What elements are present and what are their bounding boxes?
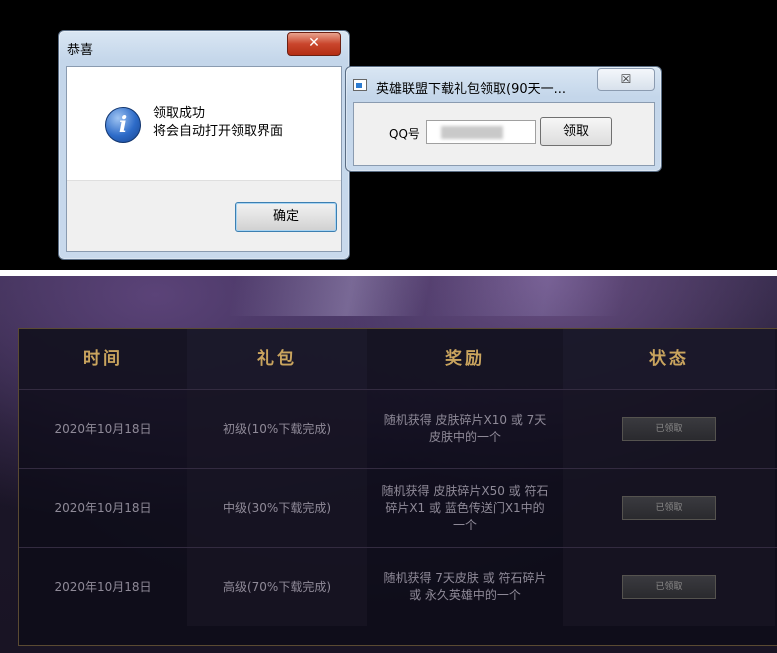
message-line: 领取成功 [153, 106, 206, 121]
cell-pack: 初级(10%下载完成) [187, 390, 367, 468]
cell-status: 已领取 [563, 390, 775, 468]
table-header: 时间 礼包 奖励 状态 [19, 329, 777, 389]
congrats-dialog: 恭喜 ✕ i 领取成功 将会自动打开领取界面 确定 [58, 30, 350, 260]
app-icon [353, 79, 367, 91]
header-status: 状态 [563, 329, 775, 389]
table-row: 2020年10月18日 初级(10%下载完成) 随机获得 皮肤碎片X10 或 7… [19, 389, 777, 468]
close-button[interactable]: ✕ [287, 32, 341, 56]
claimed-button[interactable]: 已领取 [622, 575, 716, 599]
dialog-message: 领取成功 将会自动打开领取界面 [153, 105, 283, 141]
cell-status: 已领取 [563, 548, 775, 626]
cell-reward: 随机获得 7天皮肤 或 符石碎片 或 永久英雄中的一个 [383, 571, 547, 602]
message-line: 将会自动打开领取界面 [153, 124, 284, 139]
cell-time: 2020年10月18日 [54, 500, 152, 515]
cell-time: 2020年10月18日 [54, 579, 152, 594]
cell-reward: 随机获得 皮肤碎片X50 或 符石碎片X1 或 蓝色传送门X1中的一个 [381, 483, 549, 532]
qq-gift-window: 英雄联盟下载礼包领取(90天一... ☒ QQ号 领取 [345, 66, 662, 172]
dialog-title: 恭喜 [67, 43, 94, 58]
qq-label: QQ号 [389, 127, 420, 141]
desktop-screenshot: 恭喜 ✕ i 领取成功 将会自动打开领取界面 确定 英雄联盟下载礼包领取(90天… [0, 0, 777, 270]
reward-table: 时间 礼包 奖励 状态 2020年10月18日 初级(10%下载完成) 随机获得… [18, 328, 777, 646]
window-body: QQ号 领取 [353, 102, 655, 166]
blurred-qq-number [441, 126, 503, 139]
header-time: 时间 [83, 349, 123, 369]
reward-page: 时间 礼包 奖励 状态 2020年10月18日 初级(10%下载完成) 随机获得… [0, 276, 777, 653]
window-title: 英雄联盟下载礼包领取(90天一... [376, 82, 567, 97]
close-button[interactable]: ☒ [597, 68, 655, 91]
dialog-body: i 领取成功 将会自动打开领取界面 确定 [66, 66, 342, 252]
cell-status: 已领取 [563, 469, 775, 547]
header-pack: 礼包 [187, 329, 367, 389]
cell-pack: 高级(70%下载完成) [187, 548, 367, 626]
claimed-button[interactable]: 已领取 [622, 417, 716, 441]
cell-reward: 随机获得 皮肤碎片X10 或 7天皮肤中的一个 [383, 413, 547, 444]
ok-button[interactable]: 确定 [235, 202, 337, 232]
info-icon: i [105, 107, 141, 143]
qq-number-input[interactable] [426, 120, 536, 144]
cell-pack: 中级(30%下载完成) [187, 469, 367, 547]
cell-time: 2020年10月18日 [54, 421, 152, 436]
table-row: 2020年10月18日 中级(30%下载完成) 随机获得 皮肤碎片X50 或 符… [19, 468, 777, 547]
table-row: 2020年10月18日 高级(70%下载完成) 随机获得 7天皮肤 或 符石碎片… [19, 547, 777, 626]
claimed-button[interactable]: 已领取 [622, 496, 716, 520]
get-gift-button[interactable]: 领取 [540, 117, 612, 146]
header-reward: 奖励 [445, 349, 485, 369]
